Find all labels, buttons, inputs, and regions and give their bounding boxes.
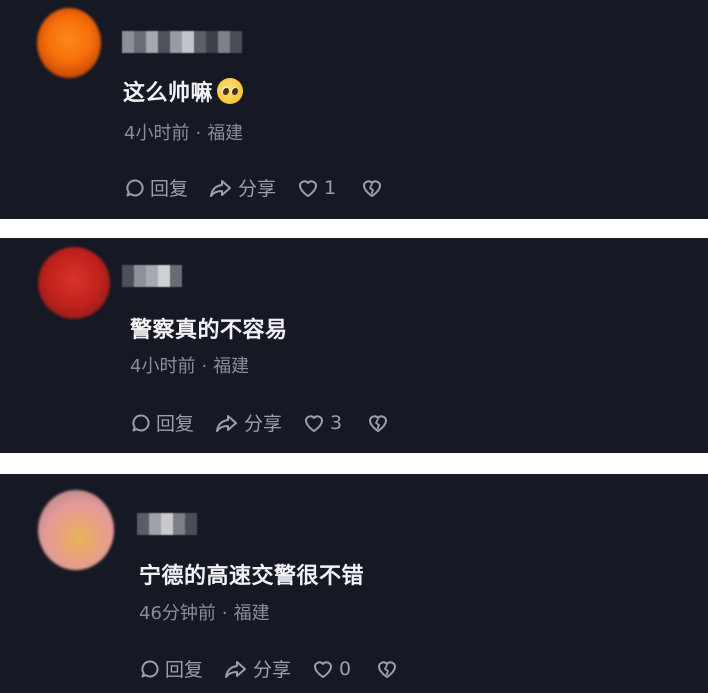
like-button[interactable]: 0 [311,658,351,680]
comment-text: 警察真的不容易 [130,312,288,344]
reply-bubble-icon [132,413,150,431]
share-label: 分享 [244,413,283,435]
comment-card: 警察真的不容易 4小时前 · 福建 回复 分享 3 [0,238,708,453]
dislike-button[interactable] [375,658,403,680]
broken-heart-icon [378,660,397,678]
comment-text-content: 警察真的不容易 [130,318,288,343]
like-button[interactable]: 3 [302,412,342,434]
comment-text: 这么帅嘛 [123,75,244,107]
comment-card: 这么帅嘛 4小时前 · 福建 回复 分享 1 [0,0,708,219]
comment-location: 福建 [233,603,270,624]
heart-icon [305,414,324,432]
comment-actions: 回复 分享 3 [130,409,394,436]
heart-icon [299,179,318,197]
heart-icon [314,660,333,678]
username-blurred[interactable] [122,265,182,287]
reply-bubble-icon [126,178,144,196]
comment-meta: 46分钟前 · 福建 [139,599,270,625]
reply-button[interactable]: 回复 [130,409,194,436]
dislike-button[interactable] [366,412,394,434]
share-arrow-icon [216,414,238,432]
avatar[interactable] [38,490,114,570]
reply-label: 回复 [156,413,195,435]
broken-heart-icon [363,179,382,197]
comment-meta: 4小时前 · 福建 [130,352,249,378]
like-button[interactable]: 1 [296,177,336,199]
meta-separator: · [221,603,228,624]
share-button[interactable]: 分享 [223,655,291,682]
share-label: 分享 [253,659,292,681]
comment-list: 这么帅嘛 4小时前 · 福建 回复 分享 1 警察真的不容易 4小时前 · 福建… [0,0,708,693]
comment-location: 福建 [213,356,250,377]
dislike-button[interactable] [360,177,388,199]
comment-actions: 回复 分享 0 [139,655,403,682]
comment-meta: 4小时前 · 福建 [124,119,243,145]
broken-heart-icon [369,414,388,432]
comment-card: 宁德的高速交警很不错 46分钟前 · 福建 回复 分享 0 [0,474,708,693]
like-count: 1 [324,176,337,199]
comment-time: 4小时前 [124,123,190,144]
reply-button[interactable]: 回复 [139,655,203,682]
comment-text-content: 这么帅嘛 [123,81,214,106]
meta-separator: · [201,356,208,377]
avatar[interactable] [37,8,101,78]
meta-separator: · [195,123,202,144]
share-button[interactable]: 分享 [208,174,276,201]
reply-label: 回复 [165,659,204,681]
avatar[interactable] [38,247,110,319]
share-button[interactable]: 分享 [214,409,282,436]
comment-text: 宁德的高速交警很不错 [139,558,364,590]
share-arrow-icon [225,660,247,678]
pleading-face-emoji [217,78,244,104]
like-count: 0 [339,657,352,680]
like-count: 3 [330,411,343,434]
share-label: 分享 [238,178,277,200]
reply-label: 回复 [150,178,189,200]
comment-location: 福建 [207,123,244,144]
share-arrow-icon [210,179,232,197]
reply-button[interactable]: 回复 [124,174,188,201]
comment-time: 46分钟前 [139,603,216,624]
reply-bubble-icon [141,659,159,677]
comment-text-content: 宁德的高速交警很不错 [139,564,365,589]
comment-actions: 回复 分享 1 [124,174,388,201]
comment-time: 4小时前 [130,356,196,377]
username-blurred[interactable] [122,31,242,53]
username-blurred[interactable] [137,513,197,535]
